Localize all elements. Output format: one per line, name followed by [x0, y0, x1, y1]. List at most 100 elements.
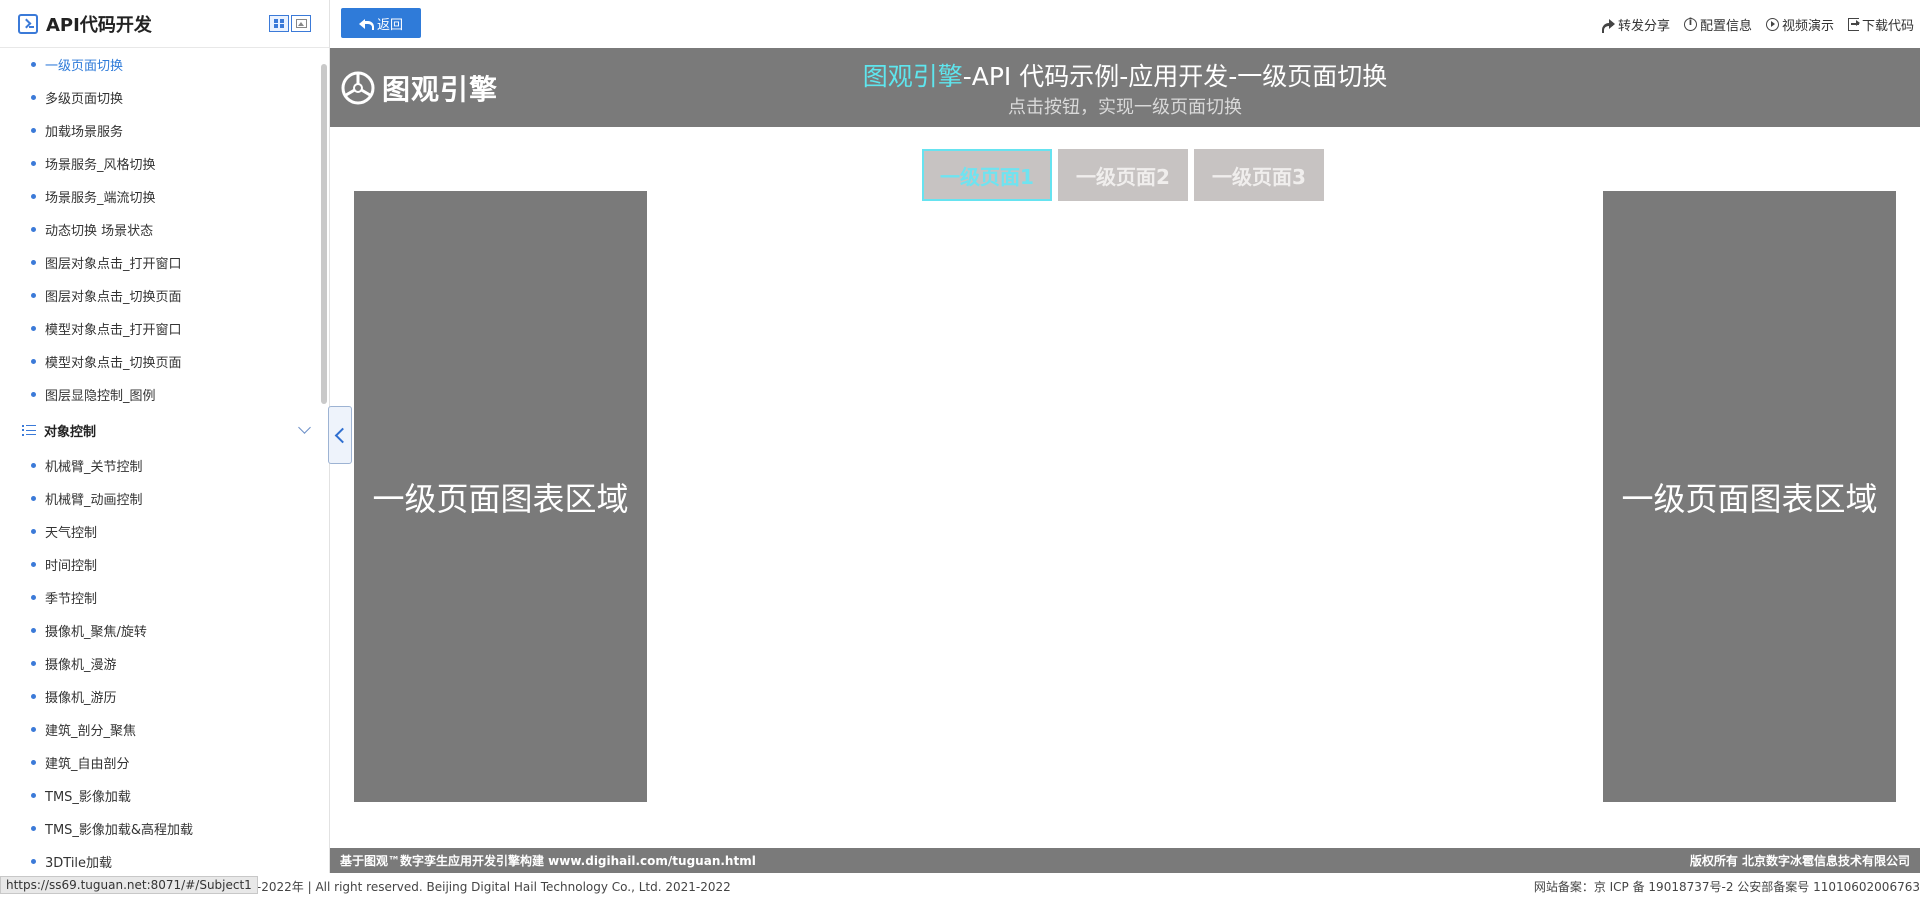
nav-item[interactable]: 图层显隐控制_图例 — [0, 378, 329, 411]
view-toggle — [269, 15, 311, 32]
share-icon — [1601, 18, 1615, 33]
bullet-icon — [31, 128, 36, 133]
preview-frame: 图观引擎 图观引擎-API 代码示例-应用开发-一级页面切换 点击按钮，实现一级… — [330, 48, 1920, 873]
nav-item[interactable]: 图层对象点击_切换页面 — [0, 279, 329, 312]
bullet-icon — [31, 496, 36, 501]
play-icon — [1765, 17, 1779, 31]
site-footer: https://ss69.tuguan.net:8071/#/Subject1 … — [0, 873, 1920, 897]
page-tab-3[interactable]: 一级页面3 — [1194, 149, 1324, 201]
nav-item[interactable]: 建筑_剖分_聚焦 — [0, 713, 329, 746]
icp-record-text[interactable]: 网站备案：京 ICP 备 19018737号-2 公安部备案号 11010602… — [1534, 878, 1920, 895]
chevron-down-icon — [298, 421, 311, 434]
page-subtitle: 点击按钮，实现一级页面切换 — [1008, 97, 1242, 118]
download-code-button[interactable]: 下载代码 — [1847, 15, 1914, 34]
grid-view-icon — [274, 19, 284, 28]
page-tab-2[interactable]: 一级页面2 — [1058, 149, 1188, 201]
chevron-left-icon — [334, 427, 351, 443]
bullet-icon — [31, 562, 36, 567]
bullet-icon — [31, 859, 36, 864]
nav-item[interactable]: 时间控制 — [0, 548, 329, 581]
bullet-icon — [31, 595, 36, 600]
nav-item-label: 建筑_剖分_聚焦 — [45, 724, 137, 739]
copyright-text: 021-2022年 | All right reserved. Beijing … — [234, 880, 731, 894]
nav-item-label: TMS_影像加载 — [45, 790, 131, 805]
sidebar-header: API代码开发 — [0, 0, 329, 48]
bullet-icon — [31, 826, 36, 831]
nav-item[interactable]: TMS_影像加载 — [0, 779, 329, 812]
nav-item-label: 时间控制 — [45, 559, 98, 574]
nav-item[interactable]: 建筑_自由剖分 — [0, 746, 329, 779]
config-info-label: 配置信息 — [1699, 18, 1752, 34]
nav-item[interactable]: 机械臂_动画控制 — [0, 482, 329, 515]
bullet-icon — [31, 227, 36, 232]
code-terminal-icon — [18, 13, 38, 34]
nav-item-label: 模型对象点击_打开窗口 — [45, 323, 182, 338]
bullet-icon — [31, 95, 36, 100]
nav-item-label: 机械臂_关节控制 — [45, 460, 143, 475]
nav-item[interactable]: TMS_影像加载&高程加载 — [0, 812, 329, 845]
sidebar-title: API代码开发 — [46, 14, 152, 36]
bullet-icon — [31, 260, 36, 265]
nav-item[interactable]: 图层对象点击_打开窗口 — [0, 246, 329, 279]
nav-item[interactable]: 天气控制 — [0, 515, 329, 548]
back-button-label: 返回 — [376, 17, 403, 33]
bullet-icon — [31, 161, 36, 166]
footer-right-text: 版权所有 北京数字冰雹信息技术有限公司 — [1689, 854, 1910, 868]
topbar: 返回 转发分享 配置信息 视频演示 下载代码 — [330, 0, 1920, 48]
nav-item-label: 机械臂_动画控制 — [45, 493, 143, 508]
grid-view-button[interactable] — [269, 15, 289, 32]
image-view-button[interactable] — [291, 15, 311, 32]
preview-footer: 基于图观™数字孪生应用开发引擎构建 www.digihail.com/tugua… — [330, 848, 1920, 873]
bullet-icon — [31, 326, 36, 331]
bullet-icon — [31, 661, 36, 666]
nav-item[interactable]: 场景服务_端流切换 — [0, 180, 329, 213]
bullet-icon — [31, 359, 36, 364]
nav-group-object-control[interactable]: 对象控制 — [0, 411, 329, 449]
nav-item-label: 加载场景服务 — [45, 125, 124, 140]
nav-item[interactable]: 加载场景服务 — [0, 114, 329, 147]
status-bar-url: https://ss69.tuguan.net:8071/#/Subject1 — [0, 876, 258, 894]
nav-item[interactable]: 多级页面切换 — [0, 81, 329, 114]
config-info-button[interactable]: 配置信息 — [1683, 15, 1752, 34]
bullet-icon — [31, 62, 36, 67]
nav-item-label: 3DTile加载 — [45, 856, 113, 871]
image-view-icon — [295, 19, 307, 28]
download-icon — [1847, 17, 1860, 31]
nav-item-label: 场景服务_端流切换 — [45, 191, 156, 206]
nav-sublist: 机械臂_关节控制 机械臂_动画控制 天气控制 时间控制 季节控制 摄像机_聚焦/… — [0, 449, 329, 878]
nav-item[interactable]: 模型对象点击_打开窗口 — [0, 312, 329, 345]
bullet-icon — [31, 529, 36, 534]
bullet-icon — [31, 727, 36, 732]
top-actions: 转发分享 配置信息 视频演示 下载代码 — [1601, 0, 1914, 48]
nav-item[interactable]: 季节控制 — [0, 581, 329, 614]
page-tab-1[interactable]: 一级页面1 — [922, 149, 1052, 201]
video-demo-button[interactable]: 视频演示 — [1765, 15, 1834, 34]
nav-item[interactable]: 模型对象点击_切换页面 — [0, 345, 329, 378]
bullet-icon — [31, 760, 36, 765]
collapse-sidebar-button[interactable] — [328, 406, 352, 464]
share-button[interactable]: 转发分享 — [1601, 15, 1670, 34]
back-arrow-icon — [358, 18, 374, 30]
nav-item[interactable]: 机械臂_关节控制 — [0, 449, 329, 482]
nav-item-label: 建筑_自由剖分 — [45, 757, 130, 772]
nav-item-label: 图层对象点击_切换页面 — [45, 290, 182, 305]
footer-left-text: 基于图观™数字孪生应用开发引擎构建 www.digihail.com/tugua… — [340, 854, 756, 868]
title-highlight: 图观引擎 — [862, 62, 963, 91]
nav-item-label: 模型对象点击_切换页面 — [45, 356, 182, 371]
nav-item[interactable]: 摄像机_聚焦/旋转 — [0, 614, 329, 647]
nav-item[interactable]: 一级页面切换 — [0, 48, 329, 81]
nav-item[interactable]: 摄像机_漫游 — [0, 647, 329, 680]
nav-item[interactable]: 场景服务_风格切换 — [0, 147, 329, 180]
nav-item[interactable]: 摄像机_游历 — [0, 680, 329, 713]
nav-item[interactable]: 动态切换 场景状态 — [0, 213, 329, 246]
nav-list: 一级页面切换 多级页面切换 加载场景服务 场景服务_风格切换 场景服务_端流切换… — [0, 48, 329, 411]
sidebar-scrollbar[interactable] — [321, 64, 327, 404]
bullet-icon — [31, 194, 36, 199]
right-chart-panel: 一级页面图表区域 — [1603, 191, 1896, 802]
nav-item-label: 图层显隐控制_图例 — [45, 389, 156, 404]
download-code-label: 下载代码 — [1861, 18, 1914, 34]
nav-item-label: 天气控制 — [45, 526, 98, 541]
back-button[interactable]: 返回 — [341, 8, 421, 38]
bullet-icon — [31, 628, 36, 633]
nav-item-label: 动态切换 场景状态 — [45, 224, 154, 239]
